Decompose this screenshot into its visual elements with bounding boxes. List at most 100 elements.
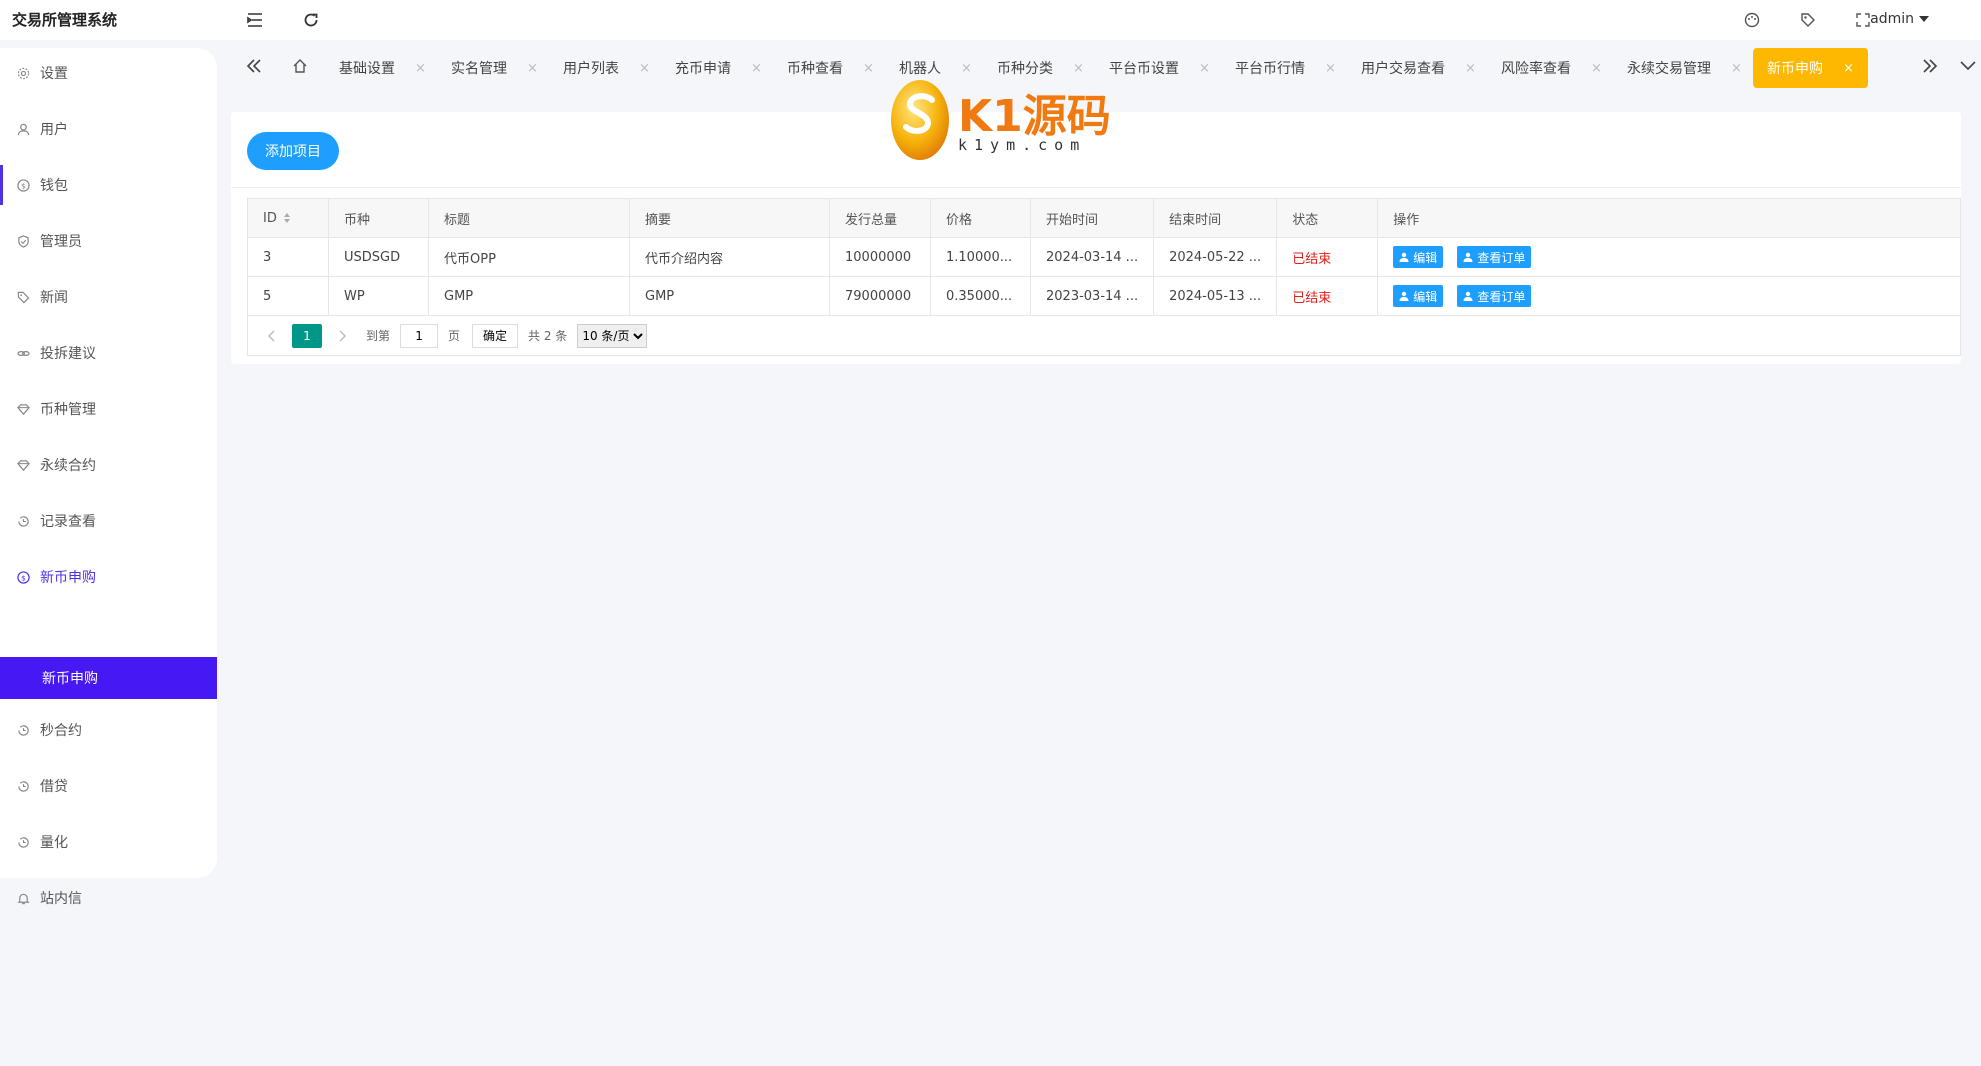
sidebar-item-settings[interactable]: 设置 bbox=[0, 53, 217, 93]
tab-user-list[interactable]: 用户列表 × bbox=[563, 48, 650, 88]
close-icon[interactable]: × bbox=[751, 61, 762, 76]
cell-actions: 编辑 查看订单 bbox=[1377, 237, 1961, 277]
sidebar-item-quant[interactable]: 量化 bbox=[0, 822, 217, 862]
close-icon[interactable]: × bbox=[1199, 61, 1210, 76]
logo-mark-icon bbox=[891, 80, 949, 160]
tab-platform-coin-settings[interactable]: 平台币设置 × bbox=[1109, 48, 1210, 88]
tab-label: 用户交易查看 bbox=[1361, 61, 1445, 77]
close-icon[interactable]: × bbox=[1073, 61, 1084, 76]
app-title: 交易所管理系统 bbox=[12, 11, 118, 29]
chevron-left-icon[interactable] bbox=[262, 324, 282, 348]
page-confirm-button[interactable]: 确定 bbox=[472, 323, 519, 348]
close-icon[interactable]: × bbox=[1325, 61, 1336, 76]
tab-perpetual-trade-management[interactable]: 永续交易管理 × bbox=[1627, 48, 1742, 88]
sidebar-item-label: 永续合约 bbox=[40, 458, 96, 474]
data-table: ID 币种 标题 摘要 发行总量 价格 开始时间 结束时间 状态 操作 3 US… bbox=[247, 198, 1961, 316]
sidebar-item-label: 钱包 bbox=[40, 178, 68, 194]
cell-total-supply: 79000000 bbox=[829, 276, 931, 316]
sidebar-item-users[interactable]: 用户 bbox=[0, 109, 217, 149]
tab-deposit-requests[interactable]: 充币申请 × bbox=[675, 48, 762, 88]
watermark-url: k1ym.com bbox=[958, 136, 1087, 154]
close-icon[interactable]: × bbox=[1731, 61, 1742, 76]
view-orders-button[interactable]: 查看订单 bbox=[1457, 246, 1532, 268]
sidebar-item-suggestions[interactable]: 投拆建议 bbox=[0, 333, 217, 373]
sidebar-item-records[interactable]: 记录查看 bbox=[0, 501, 217, 541]
tab-platform-coin-market[interactable]: 平台币行情 × bbox=[1235, 48, 1336, 88]
double-chevron-left-icon[interactable] bbox=[242, 54, 266, 78]
sidebar-item-label: 借贷 bbox=[40, 779, 68, 795]
sort-icon[interactable] bbox=[283, 212, 291, 224]
watermark-logo: K1源码 k1ym.com bbox=[888, 78, 1111, 162]
history-icon bbox=[16, 514, 30, 528]
sidebar-item-label: 量化 bbox=[40, 835, 68, 851]
edit-button[interactable]: 编辑 bbox=[1393, 285, 1444, 307]
close-icon[interactable]: × bbox=[1465, 61, 1476, 76]
tab-coin-view[interactable]: 币种查看 × bbox=[787, 48, 874, 88]
add-project-button[interactable]: 添加项目 bbox=[247, 132, 339, 170]
sidebar-item-admins[interactable]: 管理员 bbox=[0, 221, 217, 261]
col-header-actions: 操作 bbox=[1377, 198, 1961, 238]
tab-label: 币种查看 bbox=[787, 61, 843, 77]
sidebar-item-wallet[interactable]: $ 钱包 bbox=[0, 165, 217, 205]
sidebar-subitem-new-coin-subscription[interactable]: 新币申购 bbox=[0, 657, 217, 699]
close-icon[interactable]: × bbox=[961, 61, 972, 76]
tab-new-coin-subscription[interactable]: 新币申购 × bbox=[1753, 48, 1868, 88]
tab-label: 风险率查看 bbox=[1501, 61, 1571, 77]
sidebar-item-messages[interactable]: 站内信 bbox=[0, 878, 217, 918]
tab-realname-management[interactable]: 实名管理 × bbox=[451, 48, 538, 88]
svg-text:$: $ bbox=[21, 181, 26, 190]
admin-user-menu[interactable]: admin bbox=[1870, 11, 1929, 27]
user-icon bbox=[1463, 291, 1473, 301]
close-icon[interactable]: × bbox=[415, 61, 426, 76]
chevron-right-icon[interactable] bbox=[332, 324, 352, 348]
sidebar-item-perpetual-contract[interactable]: 永续合约 bbox=[0, 445, 217, 485]
sidebar-item-label: 记录查看 bbox=[40, 514, 96, 530]
user-icon bbox=[1399, 291, 1409, 301]
close-icon[interactable]: × bbox=[863, 61, 874, 76]
col-header-status: 状态 bbox=[1276, 198, 1379, 238]
sidebar-item-news[interactable]: 新闻 bbox=[0, 277, 217, 317]
sidebar-item-label: 投拆建议 bbox=[40, 346, 96, 362]
sidebar-item-coin-management[interactable]: 币种管理 bbox=[0, 389, 217, 429]
double-chevron-right-icon[interactable] bbox=[1918, 54, 1942, 78]
sidebar-item-label: 新币申购 bbox=[40, 570, 96, 586]
page-total: 共 2 条 bbox=[528, 329, 568, 343]
tag-icon[interactable] bbox=[1797, 10, 1819, 30]
chevron-down-icon[interactable] bbox=[1956, 54, 1980, 78]
tab-basic-settings[interactable]: 基础设置 × bbox=[339, 48, 426, 88]
col-header-total-supply: 发行总量 bbox=[829, 198, 931, 238]
page-goto-input[interactable] bbox=[400, 323, 439, 348]
sidebar-item-label: 币种管理 bbox=[40, 402, 96, 418]
top-header: 交易所管理系统 admin bbox=[0, 0, 1981, 40]
close-icon[interactable]: × bbox=[1591, 61, 1602, 76]
sidebar-subitem-label: 新币申购 bbox=[42, 671, 98, 687]
watermark-brand: K1源码 bbox=[958, 91, 1111, 142]
cell-title: GMP bbox=[428, 276, 630, 316]
tab-label: 实名管理 bbox=[451, 61, 507, 77]
page-current[interactable]: 1 bbox=[292, 323, 322, 348]
sidebar-item-second-contract[interactable]: 秒合约 bbox=[0, 710, 217, 750]
menu-collapse-icon[interactable] bbox=[244, 10, 266, 30]
col-header-id[interactable]: ID bbox=[247, 198, 329, 238]
close-icon[interactable]: × bbox=[1843, 61, 1854, 76]
close-icon[interactable]: × bbox=[639, 61, 650, 76]
palette-icon[interactable] bbox=[1741, 10, 1763, 30]
refresh-icon[interactable] bbox=[300, 10, 322, 30]
tab-user-trades[interactable]: 用户交易查看 × bbox=[1361, 48, 1476, 88]
page-size-select[interactable]: 10 条/页 bbox=[577, 323, 648, 348]
tab-label: 永续交易管理 bbox=[1627, 61, 1711, 77]
cell-end-time: 2024-05-22 ... bbox=[1153, 237, 1278, 277]
tab-label: 平台币行情 bbox=[1235, 61, 1305, 77]
cell-id: 3 bbox=[247, 237, 329, 277]
dollar-icon: $ bbox=[16, 178, 30, 192]
col-header-end-time: 结束时间 bbox=[1153, 198, 1278, 238]
home-icon[interactable] bbox=[288, 54, 312, 78]
view-orders-button[interactable]: 查看订单 bbox=[1457, 285, 1532, 307]
sidebar-item-label: 管理员 bbox=[40, 234, 82, 250]
edit-button[interactable]: 编辑 bbox=[1393, 246, 1444, 268]
tab-risk-rate[interactable]: 风险率查看 × bbox=[1501, 48, 1602, 88]
close-icon[interactable]: × bbox=[527, 61, 538, 76]
sidebar-item-new-coin-subscription[interactable]: $ 新币申购 bbox=[0, 557, 217, 597]
sidebar-item-lending[interactable]: 借贷 bbox=[0, 766, 217, 806]
cell-actions: 编辑 查看订单 bbox=[1377, 276, 1961, 316]
